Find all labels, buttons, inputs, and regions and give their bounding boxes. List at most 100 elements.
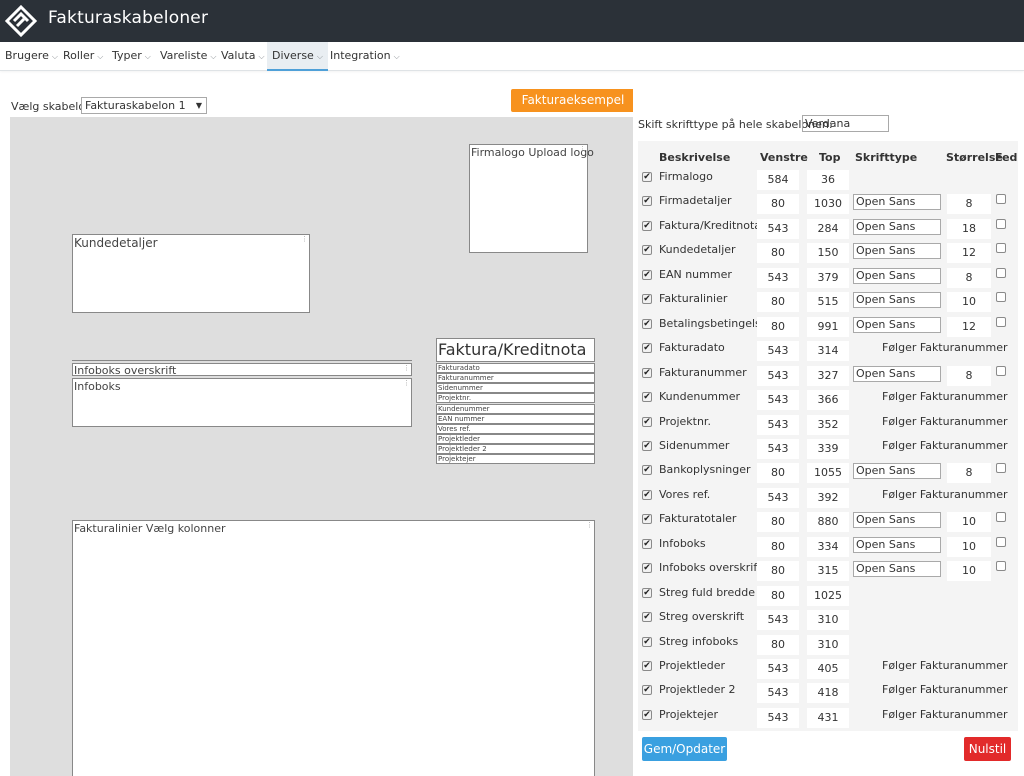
top-input[interactable]: 334	[807, 536, 849, 557]
nav-typer[interactable]: Typer ⌵	[107, 42, 156, 71]
left-input[interactable]: 543	[757, 267, 799, 288]
enabled-checkbox[interactable]: ✔	[642, 612, 652, 623]
size-input[interactable]: 8	[947, 463, 991, 484]
enabled-checkbox[interactable]: ✔	[642, 587, 652, 598]
bold-checkbox[interactable]	[996, 561, 1006, 572]
font-input[interactable]: Open Sans	[853, 536, 941, 553]
font-input[interactable]: Open Sans	[853, 243, 941, 260]
enabled-checkbox[interactable]: ✔	[642, 538, 652, 549]
left-input[interactable]: 543	[757, 218, 799, 239]
top-input[interactable]: 405	[807, 659, 849, 679]
top-input[interactable]: 379	[807, 267, 849, 288]
left-input[interactable]: 543	[757, 390, 799, 411]
enabled-checkbox[interactable]: ✔	[642, 269, 652, 280]
left-input[interactable]: 543	[757, 610, 799, 631]
font-input[interactable]: Open Sans	[853, 194, 941, 211]
enabled-checkbox[interactable]: ✔	[642, 392, 652, 403]
resize-handle-icon[interactable]: ⋮	[403, 364, 410, 372]
size-input[interactable]: 8	[947, 365, 991, 386]
font-input[interactable]: Open Sans	[853, 316, 941, 333]
top-input[interactable]: 339	[807, 438, 849, 459]
top-input[interactable]: 314	[807, 341, 849, 362]
top-input[interactable]: 327	[807, 365, 849, 386]
top-input[interactable]: 1025	[807, 585, 849, 606]
bold-checkbox[interactable]	[996, 536, 1006, 547]
bold-checkbox[interactable]	[996, 267, 1006, 278]
font-input[interactable]: Open Sans	[853, 218, 941, 235]
infoboks-box[interactable]: Infoboks ⋮	[72, 378, 412, 427]
nav-diverse[interactable]: Diverse ⌵	[267, 42, 328, 71]
left-input[interactable]: 543	[757, 683, 799, 704]
size-input[interactable]: 12	[947, 316, 991, 337]
top-input[interactable]: 352	[807, 414, 849, 435]
font-input[interactable]: Open Sans	[853, 292, 941, 309]
save-button[interactable]: Gem/Opdater	[642, 737, 727, 761]
top-input[interactable]: 515	[807, 292, 849, 313]
left-input[interactable]: 80	[757, 512, 799, 533]
bold-checkbox[interactable]	[996, 243, 1006, 254]
left-input[interactable]: 80	[757, 463, 799, 484]
top-input[interactable]: 880	[807, 512, 849, 533]
left-input[interactable]: 543	[757, 438, 799, 459]
fk-row-kundenummer[interactable]: Kundenummer	[436, 404, 595, 414]
left-input[interactable]: 584	[757, 170, 799, 190]
top-input[interactable]: 1055	[807, 463, 849, 484]
fk-row-sidenummer[interactable]: Sidenummer	[436, 383, 595, 393]
font-input[interactable]: Open Sans	[853, 463, 941, 480]
size-input[interactable]: 12	[947, 243, 991, 264]
enabled-checkbox[interactable]: ✔	[642, 563, 652, 574]
fk-row-vores-ref[interactable]: Vores ref.	[436, 424, 595, 434]
nav-valuta[interactable]: Valuta ⌵	[216, 42, 270, 71]
enabled-checkbox[interactable]: ✔	[642, 661, 652, 671]
top-input[interactable]: 315	[807, 561, 849, 582]
top-input[interactable]: 418	[807, 683, 849, 704]
left-input[interactable]: 543	[757, 414, 799, 435]
top-input[interactable]: 36	[807, 170, 849, 190]
resize-handle-icon[interactable]: ⋮	[586, 521, 593, 529]
top-input[interactable]: 392	[807, 487, 849, 508]
enabled-checkbox[interactable]: ✔	[642, 172, 652, 182]
bold-checkbox[interactable]	[996, 218, 1006, 229]
font-input[interactable]: Open Sans	[853, 561, 941, 578]
left-input[interactable]: 80	[757, 194, 799, 215]
global-font-input[interactable]: Verdana	[802, 115, 889, 132]
size-input[interactable]: 10	[947, 512, 991, 533]
size-input[interactable]: 18	[947, 218, 991, 239]
size-input[interactable]: 8	[947, 194, 991, 215]
font-input[interactable]: Open Sans	[853, 512, 941, 529]
left-input[interactable]: 80	[757, 316, 799, 337]
enabled-checkbox[interactable]: ✔	[642, 343, 652, 354]
size-input[interactable]: 10	[947, 536, 991, 557]
fk-row-projektleder-2[interactable]: Projektleder 2	[436, 444, 595, 454]
bold-checkbox[interactable]	[996, 316, 1006, 327]
left-input[interactable]: 80	[757, 292, 799, 313]
top-input[interactable]: 284	[807, 218, 849, 239]
infoboks-overskrift-box[interactable]: Infoboks overskrift ⋮	[72, 363, 412, 377]
top-input[interactable]: 150	[807, 243, 849, 264]
nav-roller[interactable]: Roller ⌵	[58, 42, 108, 71]
bold-checkbox[interactable]	[996, 365, 1006, 376]
left-input[interactable]: 543	[757, 341, 799, 362]
enabled-checkbox[interactable]: ✔	[642, 489, 652, 500]
streg-infoboks-line[interactable]	[72, 360, 412, 361]
enabled-checkbox[interactable]: ✔	[642, 318, 652, 329]
enabled-checkbox[interactable]: ✔	[642, 416, 652, 427]
left-input[interactable]: 543	[757, 707, 799, 728]
bold-checkbox[interactable]	[996, 292, 1006, 303]
top-input[interactable]: 310	[807, 634, 849, 655]
font-input[interactable]: Open Sans	[853, 267, 941, 284]
top-input[interactable]: 366	[807, 390, 849, 411]
faktura-kreditnota-box[interactable]: Faktura/Kreditnota	[436, 338, 595, 362]
fakturalinier-box[interactable]: Fakturalinier Vælg kolonner ⋮	[72, 520, 595, 776]
fk-row-projektnr[interactable]: Projektnr.	[436, 393, 595, 403]
enabled-checkbox[interactable]: ✔	[642, 367, 652, 378]
enabled-checkbox[interactable]: ✔	[642, 220, 652, 231]
left-input[interactable]: 80	[757, 561, 799, 582]
left-input[interactable]: 543	[757, 487, 799, 508]
fk-row-ean-nummer[interactable]: EAN nummer	[436, 414, 595, 424]
enabled-checkbox[interactable]: ✔	[642, 709, 652, 720]
nav-integration[interactable]: Integration ⌵	[325, 42, 405, 71]
top-input[interactable]: 431	[807, 707, 849, 728]
nav-brugere[interactable]: Brugere ⌵	[0, 42, 63, 71]
reset-button[interactable]: Nulstil	[964, 737, 1011, 761]
